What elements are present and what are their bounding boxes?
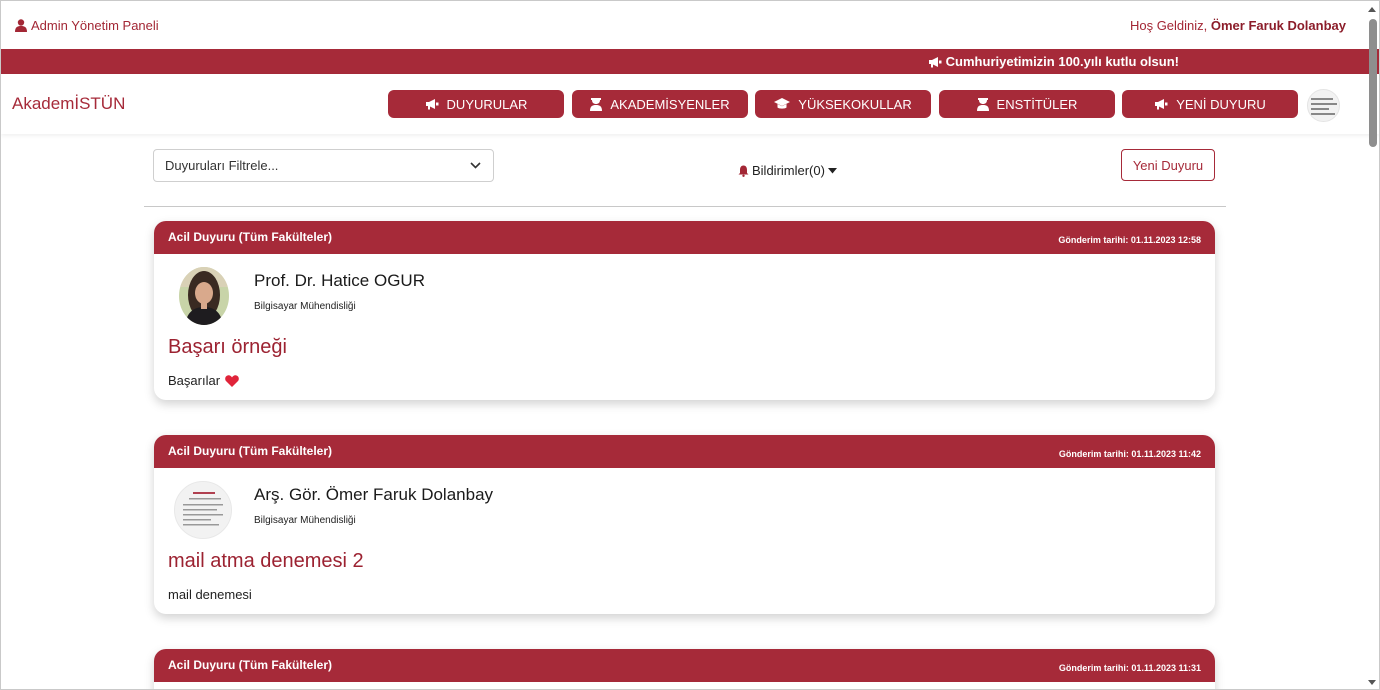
main-navbar: AkademİSTÜN DUYURULAR AKADEMİSYENLER YÜK… [1, 74, 1379, 134]
graduation-cap-icon [774, 98, 791, 109]
announcement-title[interactable]: mail atma denemesi 2 [168, 550, 364, 573]
heart-icon [225, 374, 239, 387]
announcement-card: Acil Duyuru (Tüm Fakülteler) Gönderim ta… [154, 435, 1215, 614]
announcement-filter-select[interactable]: Duyuruları Filtrele... [153, 149, 494, 182]
welcome-text: Hoş Geldiniz, Ömer Faruk Dolanbay [1130, 18, 1346, 33]
card-body: Arş. Gör. Ömer Faruk Dolanbay Bilgisayar… [154, 468, 1215, 614]
admin-panel-link[interactable]: Admin Yönetim Paneli [15, 18, 159, 33]
announcement-body-text: Başarılar [168, 373, 221, 388]
scroll-up-arrow-icon[interactable] [1368, 7, 1376, 12]
nav-button-duyurular[interactable]: DUYURULAR [388, 90, 564, 118]
admin-panel-label: Admin Yönetim Paneli [31, 17, 159, 33]
scroll-down-arrow-icon[interactable] [1368, 680, 1376, 685]
megaphone-icon [1155, 99, 1168, 110]
app-window: Admin Yönetim Paneli Hoş Geldiniz, Ömer … [0, 0, 1380, 690]
brand-logo-text[interactable]: AkademİSTÜN [12, 94, 125, 114]
scrollbar-thumb[interactable] [1369, 19, 1377, 147]
card-header: Acil Duyuru (Tüm Fakülteler) Gönderim ta… [154, 435, 1215, 468]
card-header: Acil Duyuru (Tüm Fakülteler) Gönderim ta… [154, 649, 1215, 682]
author-avatar[interactable] [179, 267, 229, 325]
chevron-down-icon [470, 162, 481, 169]
author-department: Bilgisayar Mühendisliği [254, 301, 356, 312]
announcement-card: Acil Duyuru (Tüm Fakülteler) Gönderim ta… [154, 649, 1215, 689]
teacher-icon [590, 97, 603, 111]
caret-down-icon [827, 167, 837, 173]
announcement-date: Gönderim tarihi: 01.11.2023 11:31 [1058, 662, 1201, 673]
nav-button-akademisyenler[interactable]: AKADEMİSYENLER [572, 90, 748, 118]
bell-icon [738, 165, 749, 177]
announcement-date: Gönderim tarihi: 01.11.2023 11:42 [1058, 448, 1201, 459]
announcement-title[interactable]: Başarı örneği [168, 336, 287, 359]
welcome-prefix: Hoş Geldiniz, [1129, 17, 1211, 33]
nav-button-yeni-duyuru[interactable]: YENİ DUYURU [1122, 90, 1298, 118]
announcement-body-text: mail denemesi [168, 587, 252, 602]
top-bar: Admin Yönetim Paneli Hoş Geldiniz, Ömer … [1, 1, 1379, 49]
announcement-body: Başarılar [168, 373, 239, 388]
notifications-label: Bildirimler(0) [752, 163, 825, 178]
announcement-body: mail denemesi [168, 587, 252, 602]
card-body: Prof. Dr. Hatice OGUR Bilgisayar Mühendi… [154, 254, 1215, 400]
nav-button-label: AKADEMİSYENLER [610, 96, 730, 112]
megaphone-icon [928, 56, 942, 67]
announcement-card: Acil Duyuru (Tüm Fakülteler) Gönderim ta… [154, 221, 1215, 400]
ribbon-message: Cumhuriyetimizin 100.yılı kutlu olsun! [945, 54, 1179, 69]
nav-button-yuksekokullar[interactable]: YÜKSEKOKULLAR [755, 90, 931, 118]
divider [144, 206, 1226, 207]
nav-button-label: DUYURULAR [446, 96, 528, 112]
notifications-dropdown[interactable]: Bildirimler(0) [738, 163, 837, 178]
author-department: Bilgisayar Mühendisliği [254, 515, 356, 526]
user-icon [15, 18, 27, 32]
announcement-category: Acil Duyuru (Tüm Fakülteler) [168, 657, 333, 672]
announcement-date: Gönderim tarihi: 01.11.2023 12:58 [1058, 234, 1201, 245]
profile-avatar[interactable] [1307, 89, 1340, 122]
nav-button-label: YENİ DUYURU [1176, 96, 1266, 112]
announcement-category: Acil Duyuru (Tüm Fakülteler) [168, 229, 333, 244]
megaphone-icon [425, 99, 439, 110]
filter-placeholder: Duyuruları Filtrele... [165, 158, 279, 173]
nav-button-enstituler[interactable]: ENSTİTÜLER [939, 90, 1115, 118]
card-header: Acil Duyuru (Tüm Fakülteler) Gönderim ta… [154, 221, 1215, 254]
nav-button-label: YÜKSEKOKULLAR [798, 96, 912, 112]
announcement-ribbon: Cumhuriyetimizin 100.yılı kutlu olsun! [1, 49, 1379, 74]
author-name[interactable]: Arş. Gör. Ömer Faruk Dolanbay [254, 485, 493, 505]
announcement-category: Acil Duyuru (Tüm Fakülteler) [168, 443, 333, 458]
welcome-user-name: Ömer Faruk Dolanbay [1210, 17, 1346, 33]
nav-button-label: ENSTİTÜLER [996, 96, 1078, 112]
teacher-icon [976, 97, 989, 111]
author-avatar[interactable] [174, 481, 232, 539]
new-announcement-button[interactable]: Yeni Duyuru [1121, 149, 1215, 181]
author-name[interactable]: Prof. Dr. Hatice OGUR [254, 271, 425, 291]
page-scrollbar[interactable] [1368, 19, 1378, 689]
